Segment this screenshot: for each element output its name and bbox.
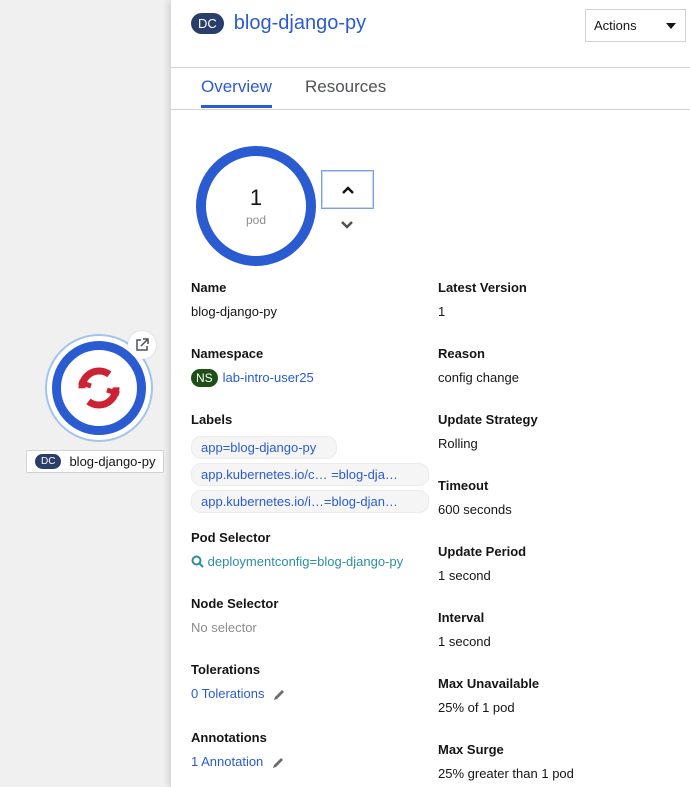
resource-title[interactable]: blog-django-py bbox=[234, 10, 366, 36]
tab-resources[interactable]: Resources bbox=[305, 77, 386, 105]
details-panel: DC blog-django-py Actions Overview Resou… bbox=[171, 0, 690, 787]
field-pod-selector: Pod Selector deploymentconfig=blog-djang… bbox=[191, 530, 403, 569]
field-label: Namespace bbox=[191, 346, 264, 361]
caret-down-icon bbox=[666, 22, 676, 29]
actions-dropdown[interactable]: Actions bbox=[585, 9, 686, 42]
panel-header: DC blog-django-py bbox=[191, 10, 366, 36]
field-label: Labels bbox=[191, 412, 233, 427]
field-label: Node Selector bbox=[191, 596, 279, 611]
search-icon bbox=[191, 555, 204, 568]
field-label: Max Unavailable bbox=[438, 676, 540, 691]
node-label[interactable]: DC blog-django-py bbox=[26, 450, 165, 473]
field-namespace: Namespace NS lab-intro-user25 bbox=[191, 346, 314, 387]
namespace-badge: NS bbox=[191, 369, 218, 387]
field-value: 1 second bbox=[438, 634, 491, 649]
actions-label: Actions bbox=[594, 18, 637, 33]
namespace-link[interactable]: lab-intro-user25 bbox=[223, 370, 314, 385]
label-chip[interactable]: app.kubernetes.io/c… =blog-dja… bbox=[191, 463, 429, 486]
pod-count: 1 bbox=[249, 185, 263, 210]
pod-unit: pod bbox=[245, 213, 267, 227]
pod-selector-link[interactable]: deploymentconfig=blog-django-py bbox=[208, 554, 404, 569]
field-label: Interval bbox=[438, 610, 485, 625]
field-label: Pod Selector bbox=[191, 530, 271, 545]
resource-kind-badge: DC bbox=[191, 12, 224, 34]
field-label: Update Strategy bbox=[438, 412, 538, 427]
field-value: No selector bbox=[191, 620, 257, 635]
chevron-down-icon bbox=[341, 221, 353, 229]
field-value: 600 seconds bbox=[438, 502, 512, 517]
scale-up-button[interactable] bbox=[321, 170, 374, 209]
label-chip[interactable]: app=blog-django-py bbox=[191, 436, 337, 459]
field-label: Reason bbox=[438, 346, 485, 361]
pod-ring: 1 pod bbox=[196, 146, 316, 266]
field-reason: Reason config change bbox=[438, 346, 519, 385]
field-label: Annotations bbox=[191, 730, 267, 745]
label-chip[interactable]: app.kubernetes.io/i…=blog-djan… bbox=[191, 490, 429, 513]
topology-canvas[interactable]: DC blog-django-py bbox=[0, 0, 171, 787]
field-timeout: Timeout 600 seconds bbox=[438, 478, 512, 517]
field-max-surge: Max Surge 25% greater than 1 pod bbox=[438, 742, 574, 781]
field-annotations: Annotations 1 Annotation bbox=[191, 730, 285, 770]
scale-down-button[interactable] bbox=[337, 216, 357, 234]
field-label: Tolerations bbox=[191, 662, 261, 677]
field-value: 1 bbox=[438, 304, 446, 319]
field-label: Update Period bbox=[438, 544, 527, 559]
field-node-selector: Node Selector No selector bbox=[191, 596, 278, 635]
field-tolerations: Tolerations 0 Tolerations bbox=[191, 662, 286, 702]
openshift-logo-icon bbox=[78, 367, 120, 409]
node-name: blog-django-py bbox=[69, 454, 156, 469]
field-interval: Interval 1 second bbox=[438, 610, 491, 649]
node-kind-badge: DC bbox=[35, 454, 62, 469]
tab-overview[interactable]: Overview bbox=[201, 77, 272, 108]
field-label: Max Surge bbox=[438, 742, 504, 757]
field-update-period: Update Period 1 second bbox=[438, 544, 526, 583]
pencil-icon[interactable] bbox=[271, 756, 285, 770]
field-value: 25% greater than 1 pod bbox=[438, 766, 574, 781]
field-latest-version: Latest Version 1 bbox=[438, 280, 527, 319]
external-link-icon[interactable] bbox=[128, 331, 156, 359]
field-label: Latest Version bbox=[438, 280, 527, 295]
field-value: 25% of 1 pod bbox=[438, 700, 515, 715]
field-value: Rolling bbox=[438, 436, 478, 451]
annotations-link[interactable]: 1 Annotation bbox=[191, 754, 263, 769]
field-max-unavailable: Max Unavailable 25% of 1 pod bbox=[438, 676, 539, 715]
field-labels: Labels app=blog-django-py app.kubernetes… bbox=[191, 412, 429, 517]
chevron-up-icon bbox=[341, 185, 354, 194]
field-update-strategy: Update Strategy Rolling bbox=[438, 412, 538, 451]
field-label: Name bbox=[191, 280, 227, 295]
tolerations-link[interactable]: 0 Tolerations bbox=[191, 686, 264, 701]
tab-bar: Overview Resources bbox=[171, 67, 690, 110]
field-value: config change bbox=[438, 370, 519, 385]
field-name: Name blog-django-py bbox=[191, 280, 277, 319]
pencil-icon[interactable] bbox=[272, 688, 286, 702]
field-label: Timeout bbox=[438, 478, 489, 493]
field-value: blog-django-py bbox=[191, 304, 278, 319]
field-value: 1 second bbox=[438, 568, 491, 583]
